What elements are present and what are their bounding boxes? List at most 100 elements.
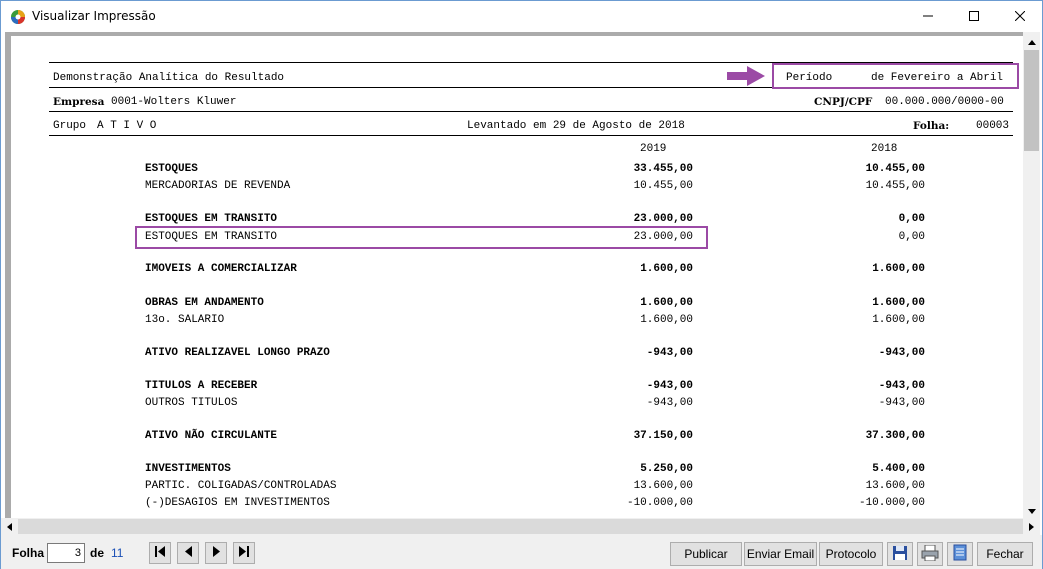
total-pages: 11 — [111, 546, 124, 560]
row-value-2019: 5.250,00 — [640, 463, 693, 475]
levantado-text: Levantado em 29 de Agosto de 2018 — [467, 120, 685, 132]
row-label: IMOVEIS A COMERCIALIZAR — [145, 263, 297, 275]
table-row: INVESTIMENTOS 5.250,00 5.400,00 — [11, 463, 1023, 476]
row-label: 13o. SALARIO — [145, 314, 225, 326]
de-label: de — [90, 546, 105, 560]
cnpj-value: 00.000.000/0000-00 — [885, 96, 1004, 108]
next-page-icon — [212, 546, 220, 560]
maximize-icon — [969, 10, 979, 24]
row-value-2019: 13.600,00 — [633, 480, 693, 492]
empresa-label: Empresa — [53, 96, 105, 108]
row-value-2019: 1.600,00 — [640, 314, 693, 326]
row-label: OUTROS TITULOS — [145, 397, 238, 409]
scroll-right-button[interactable] — [1023, 518, 1040, 535]
first-page-button[interactable] — [149, 542, 171, 564]
app-icon — [10, 9, 26, 25]
document-icon — [953, 544, 967, 564]
last-page-icon — [239, 546, 249, 560]
first-page-icon — [155, 546, 165, 560]
row-value-2019: -943,00 — [646, 347, 693, 359]
next-page-button[interactable] — [205, 542, 227, 564]
arrow-down-icon — [1027, 503, 1036, 517]
row-value-2019: 1.600,00 — [640, 297, 693, 309]
row-label: ESTOQUES EM TRANSITO — [145, 213, 278, 225]
row-label: (-)DESAGIOS EM INVESTIMENTOS — [145, 497, 330, 509]
table-row: 13o. SALARIO 1.600,00 1.600,00 — [11, 314, 1023, 327]
folha-label: Folha — [12, 546, 44, 560]
row-value-2018: 37.300,00 — [865, 430, 925, 442]
close-icon — [1014, 10, 1026, 24]
scroll-left-button[interactable] — [1, 518, 18, 535]
enviar-email-button[interactable]: Enviar Email — [744, 542, 817, 566]
row-label: PARTIC. COLIGADAS/CONTROLADAS — [145, 480, 337, 492]
minimize-icon — [923, 10, 933, 24]
row-value-2018: 1.600,00 — [872, 297, 925, 309]
grupo-value: A T I V O — [97, 120, 157, 132]
row-value-2019: 10.455,00 — [633, 180, 693, 192]
row-value-2018: -943,00 — [878, 347, 925, 359]
row-value-2019: -943,00 — [646, 397, 693, 409]
row-value-2018: 10.455,00 — [865, 163, 925, 175]
folha-label-report: Folha: — [913, 120, 950, 132]
row-value-2018: 0,00 — [898, 231, 925, 243]
page-number-input[interactable]: 3 — [47, 543, 85, 563]
row-value-2018: 1.600,00 — [872, 314, 925, 326]
save-button[interactable] — [887, 542, 913, 566]
minimize-button[interactable] — [905, 1, 951, 32]
row-label: INVESTIMENTOS — [145, 463, 231, 475]
print-icon — [921, 544, 939, 564]
table-row: (-)DESAGIOS EM INVESTIMENTOS -10.000,00 … — [11, 497, 1023, 510]
document-button[interactable] — [947, 542, 973, 566]
grupo-label: Grupo — [53, 120, 87, 132]
horizontal-scroll-thumb[interactable] — [18, 519, 1023, 534]
table-row: IMOVEIS A COMERCIALIZAR 1.600,00 1.600,0… — [11, 263, 1023, 276]
table-row: ATIVO NÃO CIRCULANTE 37.150,00 37.300,00 — [11, 430, 1023, 443]
scroll-down-button[interactable] — [1023, 501, 1040, 518]
row-value-2018: -943,00 — [878, 397, 925, 409]
table-row: PARTIC. COLIGADAS/CONTROLADAS 13.600,00 … — [11, 480, 1023, 493]
last-page-button[interactable] — [233, 542, 255, 564]
previous-page-icon — [184, 546, 192, 560]
table-row: TITULOS A RECEBER -943,00 -943,00 — [11, 380, 1023, 393]
table-row: ATIVO REALIZAVEL LONGO PRAZO -943,00 -94… — [11, 347, 1023, 360]
save-icon — [892, 545, 908, 564]
table-row: MERCADORIAS DE REVENDA 10.455,00 10.455,… — [11, 180, 1023, 193]
window-title: Visualizar Impressão — [32, 9, 156, 23]
table-row: ESTOQUES 33.455,00 10.455,00 — [11, 163, 1023, 176]
folha-value-report: 00003 — [976, 120, 1010, 132]
row-value-2019: 33.455,00 — [633, 163, 693, 175]
cnpj-label: CNPJ/CPF — [814, 96, 873, 108]
report-page: Demonstração Analítica do Resultado Perí… — [11, 36, 1023, 518]
publicar-button[interactable]: Publicar — [670, 542, 742, 566]
row-value-2018: 5.400,00 — [872, 463, 925, 475]
row-value-2018: 13.600,00 — [865, 480, 925, 492]
scroll-up-button[interactable] — [1023, 32, 1040, 49]
col-year-2: 2018 — [871, 143, 898, 155]
row-value-2018: 10.455,00 — [865, 180, 925, 192]
table-row: ESTOQUES EM TRANSITO 23.000,00 0,00 — [11, 213, 1023, 226]
row-value-2019: 37.150,00 — [633, 430, 693, 442]
arrow-up-icon — [1027, 34, 1036, 48]
vertical-scrollbar[interactable] — [1023, 32, 1040, 518]
row-value-2019: 23.000,00 — [633, 213, 693, 225]
vertical-scroll-thumb[interactable] — [1024, 50, 1039, 151]
print-preview-window: Visualizar Impressão Demonstração Analít… — [0, 0, 1043, 569]
protocolo-button[interactable]: Protocolo — [819, 542, 883, 566]
close-button[interactable] — [997, 1, 1043, 32]
maximize-button[interactable] — [951, 1, 997, 32]
previous-page-button[interactable] — [177, 542, 199, 564]
row-value-2018: 1.600,00 — [872, 263, 925, 275]
periodo-highlight-box — [772, 63, 1019, 89]
print-button[interactable] — [917, 542, 943, 566]
horizontal-scrollbar[interactable] — [1, 518, 1040, 535]
row-label: TITULOS A RECEBER — [145, 380, 258, 392]
fechar-button[interactable]: Fechar — [977, 542, 1033, 566]
report-viewport[interactable]: Demonstração Analítica do Resultado Perí… — [5, 32, 1023, 518]
table-row: OUTROS TITULOS -943,00 -943,00 — [11, 397, 1023, 410]
row-label: ESTOQUES — [145, 163, 198, 175]
table-row: OBRAS EM ANDAMENTO 1.600,00 1.600,00 — [11, 297, 1023, 310]
row-highlight-box — [135, 226, 708, 249]
arrow-right-small-icon — [1029, 520, 1034, 534]
title-bar: Visualizar Impressão — [1, 1, 1042, 32]
row-label: ATIVO NÃO CIRCULANTE — [145, 430, 278, 442]
